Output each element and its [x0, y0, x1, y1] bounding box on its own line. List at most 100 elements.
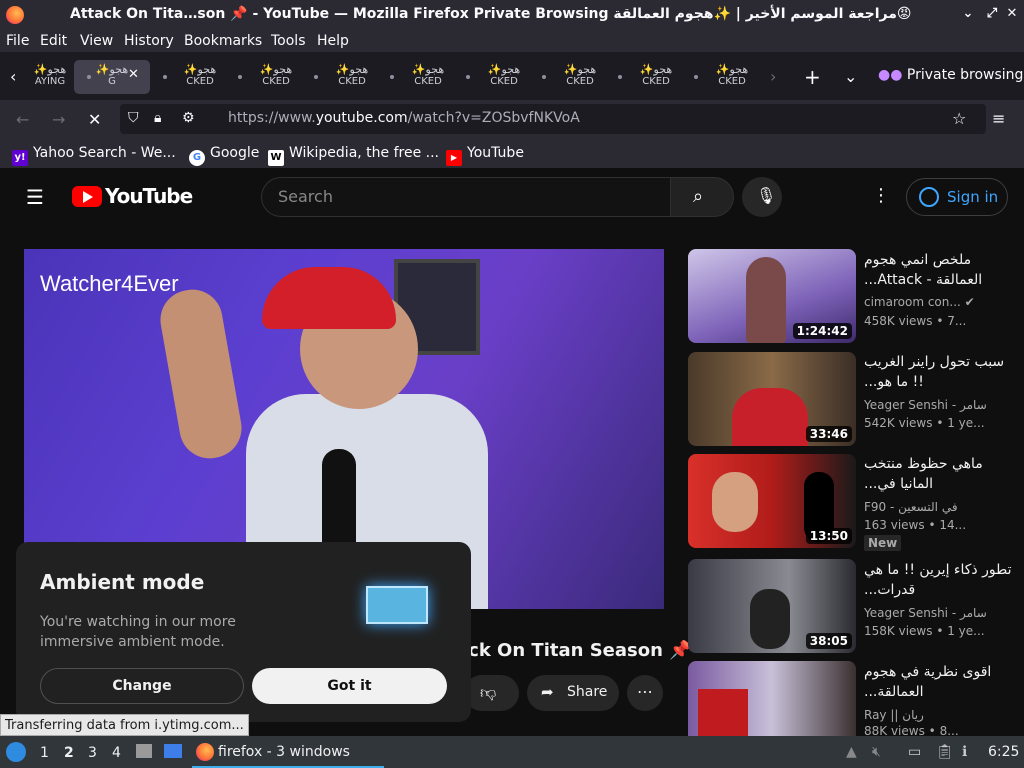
private-browsing-indicator: ●● Private browsing	[878, 67, 1024, 83]
recommended-channel[interactable]: F90 - في التسعين	[864, 500, 958, 514]
bookmark-star-icon[interactable]: ☆	[952, 109, 966, 128]
bookmarks-toolbar: y! Yahoo Search - We... G Google W Wikipedi…	[0, 140, 1024, 168]
recommended-title[interactable]: اقوى نظرية في هجوم العمالقة...	[864, 662, 1014, 702]
voice-search-button[interactable]: 🎙︎	[742, 177, 782, 217]
notifications-icon[interactable]: ℹ	[962, 744, 967, 760]
desktop-icon[interactable]	[164, 744, 182, 758]
url-text[interactable]: https://www.youtube.com/watch?v=ZOSbvfNK…	[228, 110, 580, 126]
tab-item[interactable]: ✨هجو G	[92, 60, 132, 94]
wikipedia-icon: W	[268, 150, 284, 166]
recommended-thumbnail[interactable]: 1:24:42	[688, 249, 856, 343]
list-tabs-icon[interactable]: ⌄	[844, 67, 857, 86]
tab-item[interactable]: ✨هجو AYING	[20, 60, 80, 94]
shield-icon[interactable]: ⛉	[128, 110, 139, 126]
recommended-channel[interactable]: Yeager Senshi - سامر	[864, 606, 987, 620]
dislike-button[interactable]: 👎︎	[464, 675, 519, 711]
tab-item[interactable]: ✨هجو CKED	[398, 60, 458, 94]
sign-in-button[interactable]: Sign in	[906, 178, 1008, 216]
tab-loading-dot	[163, 75, 167, 79]
recommended-title[interactable]: ماهي حظوظ منتخب المانيا في...	[864, 454, 1014, 494]
youtube-icon: ▶	[446, 150, 462, 166]
bookmark-youtube[interactable]: ▶ YouTube	[446, 145, 524, 166]
close-icon[interactable]: ✕	[1004, 5, 1020, 23]
tab-item[interactable]: ✨هجو CKED	[702, 60, 762, 94]
share-button[interactable]: ➦ Share	[527, 675, 619, 711]
search-button[interactable]: ⌕	[670, 177, 734, 217]
hamburger-icon[interactable]: ☰	[26, 185, 44, 209]
recommended-channel[interactable]: Ray || ريان	[864, 708, 924, 722]
recommended-channel[interactable]: Yeager Senshi - سامر	[864, 398, 987, 412]
tab-item[interactable]: ✨هجو CKED	[322, 60, 382, 94]
file-manager-icon[interactable]	[136, 744, 152, 758]
tab-item[interactable]: ✨هجو CKED	[246, 60, 306, 94]
tab-loading-dot	[87, 75, 91, 79]
menu-edit[interactable]: Edit	[40, 33, 67, 49]
menu-help[interactable]: Help	[317, 33, 349, 49]
volume-muted-icon[interactable]: 🔇︎	[872, 744, 881, 760]
updates-icon[interactable]: ▲	[846, 744, 857, 760]
microphone-icon: 🎙︎	[756, 186, 777, 205]
minimize-icon[interactable]: ⌄	[960, 5, 976, 23]
menu-bookmarks[interactable]: Bookmarks	[184, 33, 262, 49]
bookmark-google[interactable]: G Google	[189, 145, 259, 166]
taskbar-firefox-task[interactable]: firefox - 3 windows	[192, 736, 384, 768]
bookmark-yahoo[interactable]: y! Yahoo Search - We...	[12, 145, 176, 166]
maximize-icon[interactable]: ⤢	[984, 5, 1000, 23]
tab-scroll-left-icon[interactable]: ‹	[10, 67, 16, 86]
tab-loading-dot	[542, 75, 546, 79]
firefox-icon	[196, 743, 214, 761]
workspace-2[interactable]: 2	[64, 745, 74, 761]
recommended-title[interactable]: تطور ذكاء إيرين !! ما هي قدرات...	[864, 560, 1014, 600]
clipboard-icon[interactable]: 📋︎	[936, 744, 954, 760]
recommended-title[interactable]: سبب تحول راينر الغريب !! ما هو...	[864, 352, 1014, 392]
menu-history[interactable]: History	[124, 33, 174, 49]
video-duration: 33:46	[805, 426, 852, 442]
forward-icon[interactable]: →	[52, 110, 65, 129]
menu-view[interactable]: View	[80, 33, 113, 49]
bookmark-wikipedia[interactable]: W Wikipedia, the free ...	[268, 145, 439, 166]
lock-icon[interactable]: 🔒︎	[154, 110, 161, 126]
app-menu-icon[interactable]: ≡	[992, 109, 1005, 128]
tab-item[interactable]: ✨هجو CKED	[550, 60, 610, 94]
tab-item[interactable]: ✨هجو CKED	[170, 60, 230, 94]
tab-item[interactable]: ✨هجو CKED	[626, 60, 686, 94]
recommended-meta: 458K views • 7...	[864, 314, 967, 328]
back-icon[interactable]: ←	[16, 110, 29, 129]
menu-file[interactable]: File	[6, 33, 29, 49]
menu-tools[interactable]: Tools	[271, 33, 306, 49]
taskbar: 1 2 3 4 firefox - 3 windows ▲ 🔇︎ ▭ 📋︎ ℹ …	[0, 736, 1024, 768]
thumbnail-figure	[698, 689, 748, 736]
display-icon[interactable]: ▭	[908, 744, 921, 760]
recommended-title[interactable]: ملخص انمي هجوم العمالقة - Attack...	[864, 250, 1014, 290]
tab-loading-dot	[238, 75, 242, 79]
status-text: Transferring data from i.ytimg.com...	[0, 714, 249, 736]
recommended-thumbnail[interactable]: 13:50	[688, 454, 856, 548]
workspace-4[interactable]: 4	[112, 745, 121, 761]
recommended-thumbnail[interactable]: 33:46	[688, 352, 856, 446]
start-menu-icon[interactable]	[6, 742, 26, 762]
workspace-3[interactable]: 3	[88, 745, 97, 761]
stop-icon[interactable]: ✕	[88, 110, 101, 129]
more-options-icon[interactable]: ⋮	[872, 185, 890, 206]
new-tab-icon[interactable]: +	[804, 65, 821, 89]
permissions-icon[interactable]: ⚙	[182, 110, 195, 126]
more-actions-button[interactable]: ⋯	[627, 675, 663, 711]
recommended-channel[interactable]: cimaroom con... ✔	[864, 295, 975, 309]
thumbs-down-icon: 👎︎	[480, 683, 497, 702]
tab-close-icon[interactable]: ✕	[128, 67, 139, 82]
tab-item[interactable]: ✨هجو CKED	[474, 60, 534, 94]
video-title: ack On Titan Season 📌	[456, 640, 692, 661]
tab-loading-dot	[694, 75, 698, 79]
change-button[interactable]: Change	[40, 668, 244, 704]
youtube-logo-text[interactable]: YouTube	[105, 184, 193, 208]
got-it-button[interactable]: Got it	[252, 668, 447, 704]
recommended-thumbnail[interactable]: 38:05	[688, 559, 856, 653]
youtube-logo-icon[interactable]	[72, 186, 102, 207]
recommended-meta: 542K views • 1 ye...	[864, 416, 985, 430]
tab-loading-dot	[618, 75, 622, 79]
recommended-thumbnail[interactable]	[688, 661, 856, 736]
tab-scroll-right-icon[interactable]: ›	[770, 67, 776, 86]
search-input[interactable]: Search	[261, 177, 671, 217]
tab-loading-dot	[390, 75, 394, 79]
workspace-1[interactable]: 1	[40, 745, 49, 761]
